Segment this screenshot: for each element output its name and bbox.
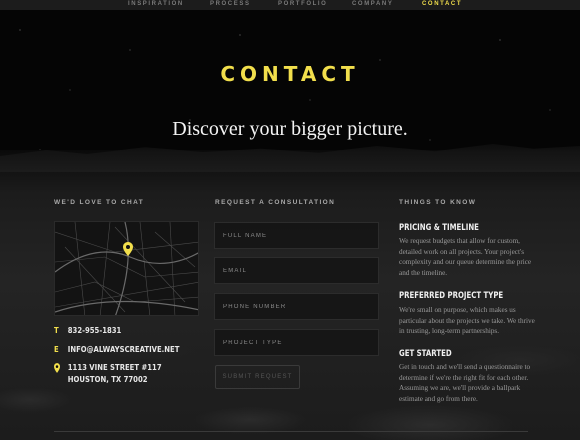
phone-line: T 832-955-1831 [54, 326, 121, 335]
nav-inspiration[interactable]: INSPIRATION [128, 0, 184, 10]
address-line-2: HOUSTON, TX 77002 [67, 375, 148, 384]
get-started-body: Get in touch and we'll send a questionna… [399, 363, 531, 403]
email-field-wrap [214, 257, 379, 284]
full-name-input[interactable] [215, 223, 378, 248]
page-title: CONTACT [220, 62, 360, 86]
pricing-timeline-title: PRICING & TIMELINE [399, 223, 479, 233]
map-streets [55, 222, 198, 315]
submit-request-button[interactable]: SUBMIT REQUEST [215, 365, 300, 389]
project-type-field-wrap [214, 329, 379, 356]
preferred-project-type-body: We're small on purpose, which makes us p… [399, 306, 535, 335]
location-pin-icon [54, 363, 64, 375]
section-divider [54, 431, 528, 432]
map-pin-icon [123, 242, 133, 256]
consultation-heading: REQUEST A CONSULTATION [215, 199, 336, 206]
phone-number[interactable]: 832-955-1831 [68, 326, 122, 335]
pricing-timeline-body: We request budgets that allow for custom… [399, 237, 532, 277]
get-started-title: GET STARTED [399, 349, 452, 359]
top-navigation: INSPIRATION PROCESS PORTFOLIO COMPANY CO… [0, 0, 580, 10]
nav-process[interactable]: PROCESS [210, 0, 251, 10]
project-type-input[interactable] [215, 330, 378, 355]
page-subtitle: Discover your bigger picture. [172, 118, 408, 140]
nav-portfolio[interactable]: PORTFOLIO [278, 0, 327, 10]
location-map[interactable] [54, 221, 199, 316]
email-address[interactable]: INFO@ALWAYSCREATIVE.NET [68, 345, 180, 354]
preferred-project-type-title: PREFERRED PROJECT TYPE [399, 291, 504, 301]
phone-icon: T [54, 326, 59, 335]
nav-company[interactable]: COMPANY [352, 0, 393, 10]
chat-heading: WE'D LOVE TO CHAT [54, 199, 145, 206]
email-input[interactable] [215, 258, 378, 283]
email-line: E INFO@ALWAYSCREATIVE.NET [54, 345, 179, 354]
things-to-know-heading: THINGS TO KNOW [399, 199, 477, 206]
nav-contact[interactable]: CONTACT [422, 0, 462, 10]
email-icon: E [54, 345, 59, 354]
full-name-field-wrap [214, 222, 379, 249]
address-line-1: 1113 VINE STREET #117 [67, 363, 162, 372]
phone-field-wrap [214, 293, 379, 320]
phone-number-input[interactable] [215, 294, 378, 319]
